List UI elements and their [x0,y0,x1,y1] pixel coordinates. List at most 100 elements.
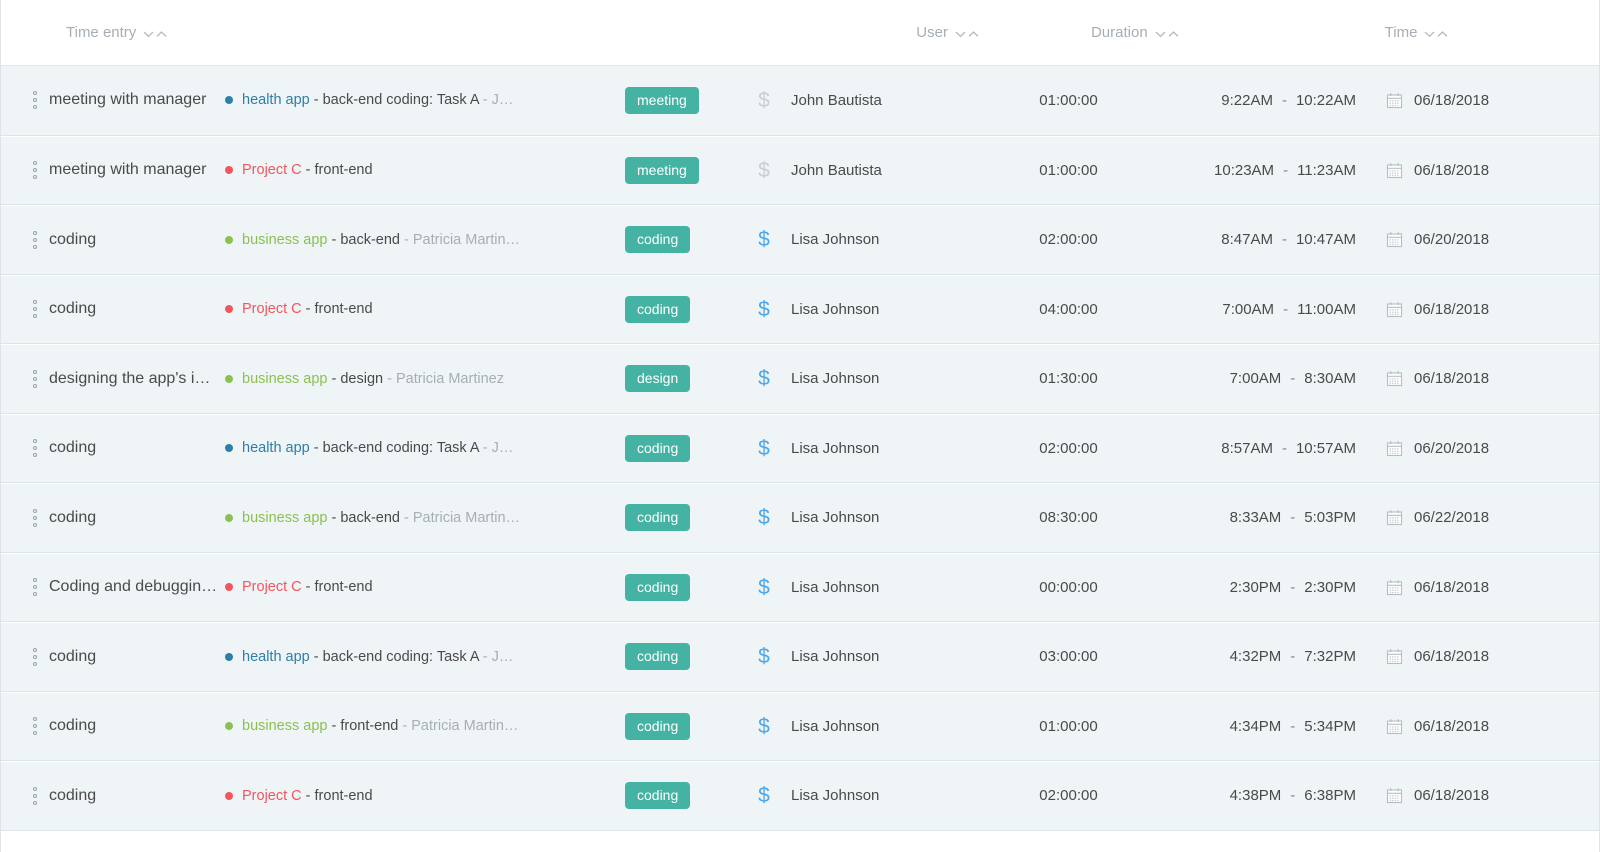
entry-date[interactable]: 06/20/2018 [1356,440,1599,457]
tag-badge[interactable]: design [625,365,691,393]
entry-project[interactable]: business app - front-end - Patricia Mart… [225,718,625,734]
drag-handle-icon[interactable] [21,161,49,180]
entry-description[interactable]: Coding and debuggin… [49,578,225,596]
dollar-icon[interactable]: $ [758,646,770,667]
entry-duration[interactable]: 02:00:00 [981,787,1156,804]
entry-description[interactable]: coding [49,509,225,527]
entry-project[interactable]: health app - back-end coding: Task A - J… [225,440,625,456]
drag-handle-icon[interactable] [21,786,49,805]
entry-project[interactable]: business app - design - Patricia Martine… [225,371,625,387]
table-row[interactable]: meeting with manager Project C - front-e… [1,135,1599,205]
entry-date[interactable]: 06/18/2018 [1356,162,1599,179]
entry-time-range[interactable]: 4:34PM - 5:34PM [1156,718,1356,735]
entry-duration[interactable]: 01:30:00 [981,370,1156,387]
entry-date[interactable]: 06/18/2018 [1356,92,1599,109]
table-row[interactable]: coding Project C - front-end coding $ Li… [1,761,1599,831]
entry-duration[interactable]: 03:00:00 [981,648,1156,665]
tag-badge[interactable]: coding [625,782,691,810]
table-row[interactable]: coding Project C - front-end coding $ Li… [1,274,1599,344]
entry-duration[interactable]: 00:00:00 [981,579,1156,596]
entry-project[interactable]: Project C - front-end [225,162,625,178]
entry-time-range[interactable]: 8:47AM - 10:47AM [1156,231,1356,248]
entry-date[interactable]: 06/22/2018 [1356,509,1599,526]
table-row[interactable]: coding health app - back-end coding: Tas… [1,413,1599,483]
entry-project[interactable]: health app - back-end coding: Task A - J… [225,649,625,665]
entry-description[interactable]: coding [49,717,225,735]
entry-duration[interactable]: 01:00:00 [981,92,1156,109]
tag-badge[interactable]: coding [625,573,691,601]
entry-date[interactable]: 06/20/2018 [1356,231,1599,248]
tag-badge[interactable]: meeting [625,86,699,114]
entry-description[interactable]: coding [49,300,225,318]
entry-project[interactable]: Project C - front-end [225,301,625,317]
dollar-icon[interactable]: $ [758,90,770,111]
table-row[interactable]: designing the app's in… business app - d… [1,344,1599,414]
dollar-icon[interactable]: $ [758,299,770,320]
entry-date[interactable]: 06/18/2018 [1356,787,1599,804]
sort-toggle-time-entry[interactable] [143,30,167,38]
sort-toggle-duration[interactable] [1155,30,1179,38]
drag-handle-icon[interactable] [21,300,49,319]
drag-handle-icon[interactable] [21,439,49,458]
entry-time-range[interactable]: 8:57AM - 10:57AM [1156,440,1356,457]
entry-project[interactable]: business app - back-end - Patricia Marti… [225,232,625,248]
entry-time-range[interactable]: 8:33AM - 5:03PM [1156,509,1356,526]
tag-badge[interactable]: coding [625,643,691,671]
entry-date[interactable]: 06/18/2018 [1356,718,1599,735]
tag-badge[interactable]: coding [625,295,691,323]
dollar-icon[interactable]: $ [758,785,770,806]
entry-duration[interactable]: 02:00:00 [981,231,1156,248]
table-row[interactable]: coding health app - back-end coding: Tas… [1,622,1599,692]
drag-handle-icon[interactable] [21,369,49,388]
entry-date[interactable]: 06/18/2018 [1356,579,1599,596]
entry-time-range[interactable]: 9:22AM - 10:22AM [1156,92,1356,109]
entry-time-range[interactable]: 7:00AM - 8:30AM [1156,370,1356,387]
table-row[interactable]: coding business app - back-end - Patrici… [1,483,1599,553]
entry-description[interactable]: coding [49,439,225,457]
entry-duration[interactable]: 02:00:00 [981,440,1156,457]
drag-handle-icon[interactable] [21,230,49,249]
column-header-duration[interactable]: Duration [1091,24,1179,41]
entry-time-range[interactable]: 2:30PM - 2:30PM [1156,579,1356,596]
dollar-icon[interactable]: $ [758,229,770,250]
table-row[interactable]: meeting with manager health app - back-e… [1,66,1599,136]
entry-description[interactable]: coding [49,648,225,666]
entry-project[interactable]: Project C - front-end [225,788,625,804]
dollar-icon[interactable]: $ [758,368,770,389]
tag-badge[interactable]: coding [625,226,691,254]
sort-toggle-user[interactable] [955,30,979,38]
entry-description[interactable]: meeting with manager [49,161,225,179]
entry-time-range[interactable]: 4:38PM - 6:38PM [1156,787,1356,804]
column-header-time[interactable]: Time [1385,24,1449,41]
entry-date[interactable]: 06/18/2018 [1356,301,1599,318]
tag-badge[interactable]: coding [625,434,691,462]
entry-date[interactable]: 06/18/2018 [1356,370,1599,387]
table-row[interactable]: coding business app - back-end - Patrici… [1,205,1599,275]
dollar-icon[interactable]: $ [758,507,770,528]
entry-description[interactable]: meeting with manager [49,91,225,109]
drag-handle-icon[interactable] [21,578,49,597]
entry-project[interactable]: business app - back-end - Patricia Marti… [225,510,625,526]
dollar-icon[interactable]: $ [758,577,770,598]
table-row[interactable]: Coding and debuggin… Project C - front-e… [1,552,1599,622]
dollar-icon[interactable]: $ [758,438,770,459]
entry-description[interactable]: designing the app's in… [49,370,225,388]
entry-date[interactable]: 06/18/2018 [1356,648,1599,665]
drag-handle-icon[interactable] [21,508,49,527]
entry-duration[interactable]: 01:00:00 [981,162,1156,179]
drag-handle-icon[interactable] [21,717,49,736]
column-header-user[interactable]: User [916,24,979,41]
entry-duration[interactable]: 01:00:00 [981,718,1156,735]
drag-handle-icon[interactable] [21,647,49,666]
entry-time-range[interactable]: 7:00AM - 11:00AM [1156,301,1356,318]
entry-description[interactable]: coding [49,787,225,805]
entry-duration[interactable]: 08:30:00 [981,509,1156,526]
entry-duration[interactable]: 04:00:00 [981,301,1156,318]
entry-description[interactable]: coding [49,231,225,249]
entry-project[interactable]: Project C - front-end [225,579,625,595]
entry-project[interactable]: health app - back-end coding: Task A - J… [225,92,625,108]
table-row[interactable]: coding business app - front-end - Patric… [1,691,1599,761]
dollar-icon[interactable]: $ [758,716,770,737]
tag-badge[interactable]: meeting [625,156,699,184]
column-header-time-entry[interactable]: Time entry [66,24,167,41]
